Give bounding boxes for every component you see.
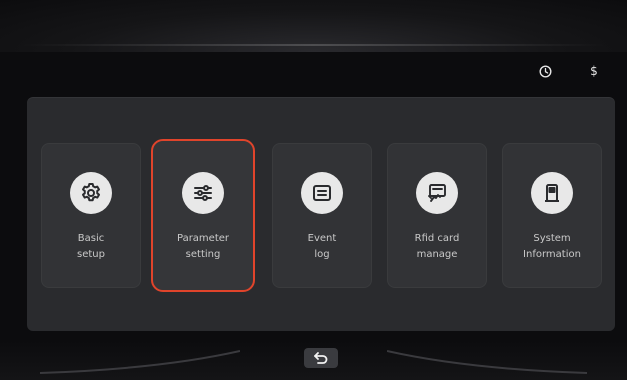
menu-item-label: Event log xyxy=(307,233,337,260)
sliders-icon xyxy=(182,172,224,214)
currency-symbol: $ xyxy=(590,64,598,78)
menu-item-label: Rfid card manage xyxy=(414,233,460,260)
list-icon xyxy=(301,172,343,214)
back-arrow-icon xyxy=(314,352,328,364)
menu-item-system-information[interactable]: System Information xyxy=(502,143,602,288)
menu-item-label: System Information xyxy=(523,233,581,260)
bezel-curve-left xyxy=(40,350,240,374)
card-swipe-icon xyxy=(416,172,458,214)
clock-icon xyxy=(537,63,553,79)
menu-item-parameter-setting[interactable]: Parameter setting xyxy=(151,139,255,292)
gear-icon xyxy=(70,172,112,214)
bezel-curve-right xyxy=(387,350,587,374)
menu-item-rfid-card-manage[interactable]: Rfid card manage xyxy=(387,143,487,288)
menu-item-label: Basic setup xyxy=(77,233,105,260)
bezel-highlight xyxy=(20,44,607,46)
menu-item-event-log[interactable]: Event log xyxy=(272,143,372,288)
back-button[interactable] xyxy=(304,348,338,368)
currency-icon: $ xyxy=(586,63,602,79)
menu-item-basic-setup[interactable]: Basic setup xyxy=(41,143,141,288)
fuel-pump-icon xyxy=(531,172,573,214)
menu-item-label: Parameter setting xyxy=(176,233,230,260)
